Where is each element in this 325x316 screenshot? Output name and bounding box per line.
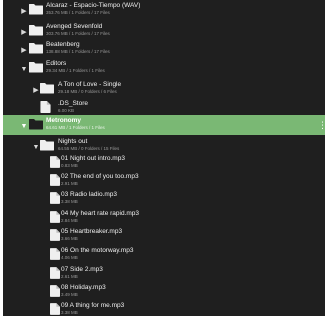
item-name: 08 Holiday.mp3 [61, 284, 106, 291]
item-meta: 3.38 MB [61, 199, 78, 204]
item-meta: 29.18 MB / 0 Folders / 6 Files [58, 89, 117, 94]
file-icon [50, 211, 60, 223]
item-name: .DS_Store [58, 100, 88, 107]
item-meta: 64.61 MB / 1 Folders / 1 Files [46, 125, 105, 130]
chevron-down-icon[interactable]: ▼ [32, 144, 40, 152]
folder-icon [29, 43, 43, 54]
file-icon [50, 285, 60, 297]
item-name: 07 Side 2.mp3 [61, 266, 103, 273]
tree-row-file[interactable]: 01 Night out intro.mp3 0.83 MB [3, 153, 325, 173]
tree-row-file[interactable]: 02 The end of you too.mp3 2.91 MB [3, 171, 325, 191]
file-icon [50, 303, 60, 315]
chevron-right-icon[interactable]: ▶ [20, 47, 28, 55]
tree-row-file[interactable]: 05 Heartbreaker.mp3 3.66 MB [3, 226, 325, 246]
item-meta: 3.38 MB [61, 310, 78, 315]
item-meta: 2.84 MB [61, 218, 78, 223]
item-meta: 2.91 MB [61, 181, 78, 186]
item-name: Metronomy [46, 117, 82, 124]
file-tree: ▶ Alcaraz - Espacio-Tiempo (WAV) 353.76 … [3, 0, 325, 316]
folder-icon [29, 25, 43, 36]
item-meta: 0.83 MB [61, 163, 78, 168]
tree-row-file[interactable]: 08 Holiday.mp3 3.49 MB [3, 282, 325, 302]
file-icon [50, 229, 60, 241]
file-icon [40, 101, 51, 113]
item-name: Nights out [58, 138, 88, 145]
item-meta: 138.88 MB / 1 Folders / 17 Files [46, 49, 110, 54]
tree-row-file[interactable]: 07 Side 2.mp3 2.61 MB [3, 264, 325, 284]
tree-row-metronomy[interactable]: ▼ Metronomy 64.61 MB / 1 Folders / 1 Fil… [3, 115, 325, 135]
item-name: 03 Radio ladio.mp3 [61, 191, 118, 198]
tree-row-file[interactable]: 09 A thing for me.mp3 3.38 MB [3, 300, 325, 316]
chevron-right-icon[interactable]: ▶ [20, 8, 28, 16]
item-name: 01 Night out intro.mp3 [61, 155, 125, 162]
file-icon [50, 192, 60, 204]
tree-row-beatenberg[interactable]: ▶ Beatenberg 138.88 MB / 1 Folders / 17 … [3, 39, 325, 59]
file-icon [50, 156, 60, 168]
file-icon [50, 174, 60, 186]
folder-icon [29, 62, 43, 73]
item-meta: 3.66 MB [61, 236, 78, 241]
item-name: Alcaraz - Espacio-Tiempo (WAV) [46, 2, 141, 9]
chevron-down-icon[interactable]: ▼ [20, 123, 28, 131]
item-meta: 64.55 MB / 0 Folders / 15 Files [58, 146, 120, 151]
item-name: 02 The end of you too.mp3 [61, 173, 139, 180]
item-meta: 353.76 MB / 1 Folders / 17 Files [46, 10, 110, 15]
folder-icon [40, 83, 54, 94]
item-meta: 4.06 MB [61, 255, 78, 260]
tree-row-file[interactable]: 03 Radio ladio.mp3 3.38 MB [3, 189, 325, 209]
file-icon [50, 267, 60, 279]
item-meta: 303.76 MB / 1 Folders / 17 Files [46, 31, 110, 36]
chevron-right-icon[interactable]: ▶ [20, 29, 28, 37]
chevron-down-icon[interactable]: ▼ [20, 66, 28, 74]
item-meta: 2.61 MB [61, 274, 78, 279]
item-name: Beatenberg [46, 41, 80, 48]
item-name: 04 My heart rate rapid.mp3 [61, 210, 140, 217]
item-meta: 3.49 MB [61, 292, 78, 297]
item-name: 05 Heartbreaker.mp3 [61, 228, 123, 235]
tree-row-file[interactable]: 04 My heart rate rapid.mp3 2.84 MB [3, 208, 325, 228]
folder-icon [29, 4, 43, 15]
chevron-right-icon[interactable]: ▶ [32, 87, 40, 95]
item-name: Editors [46, 60, 67, 67]
item-meta: 29.34 MB / 1 Folders / 1 Files [46, 68, 105, 73]
tree-row-file[interactable]: 06 On the motorway.mp3 4.06 MB [3, 245, 325, 265]
more-vertical-icon[interactable]: ⋮ [318, 120, 325, 130]
tree-row-editors[interactable]: ▼ Editors 29.34 MB / 1 Folders / 1 Files [3, 58, 325, 78]
item-meta: 6.00 KB [58, 108, 75, 113]
tree-row-avenged-sevenfold[interactable]: ▶ Avenged Sevenfold 303.76 MB / 1 Folder… [3, 21, 325, 41]
folder-icon [29, 119, 43, 130]
tree-row-a-ton-of-love[interactable]: ▶ A Ton of Love - Single 29.18 MB / 0 Fo… [3, 79, 325, 99]
tree-row-alcaraz[interactable]: ▶ Alcaraz - Espacio-Tiempo (WAV) 353.76 … [3, 0, 325, 20]
item-name: Avenged Sevenfold [46, 23, 103, 30]
item-name: A Ton of Love - Single [58, 81, 122, 88]
item-name: 09 A thing for me.mp3 [61, 302, 125, 309]
item-name: 06 On the motorway.mp3 [61, 247, 134, 254]
folder-icon [40, 140, 54, 151]
file-icon [50, 248, 60, 260]
